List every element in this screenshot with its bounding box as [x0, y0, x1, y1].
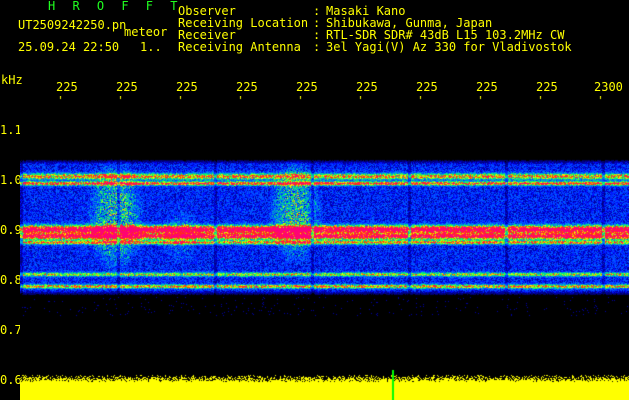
y-tick-label: 0.9 — [0, 223, 22, 237]
antenna-value: 3el Yagi(V) Az 330 for Vladivostok — [326, 40, 572, 54]
x-tick-label: 225 — [536, 80, 558, 94]
x-tick-label: 225 — [176, 80, 198, 94]
mode-label: meteor — [124, 25, 168, 39]
separator: : — [313, 40, 321, 54]
x-tick-label: 2300 — [594, 80, 623, 94]
app-logo: H R O F F T — [48, 0, 183, 13]
x-tick-label: 225 — [356, 80, 378, 94]
y-tick-label: 0.8 — [0, 273, 22, 287]
antenna-label: Receiving Antenna — [178, 40, 301, 54]
x-tick-label: 225 — [56, 80, 78, 94]
x-tick-label: 225 — [476, 80, 498, 94]
y-tick-label: 0.7 — [0, 323, 22, 337]
frame-counter: 1.. — [140, 40, 162, 54]
spectrogram-plot — [20, 96, 629, 400]
y-tick-label: 1.1 — [0, 123, 22, 137]
date-time: 25.09.24 22:50 — [18, 40, 120, 54]
x-tick-label: 225 — [116, 80, 138, 94]
hrofft-window: H R O F F T UT2509242250.pn meteor 25.09… — [0, 0, 629, 400]
x-tick-label: 225 — [296, 80, 318, 94]
file-name: UT2509242250.pn — [18, 18, 127, 32]
y-tick-label: 1.0 — [0, 173, 22, 187]
y-tick-label: 0.6 — [0, 373, 22, 387]
y-axis-unit: kHz — [1, 73, 23, 87]
x-tick-label: 225 — [236, 80, 258, 94]
x-tick-label: 225 — [416, 80, 438, 94]
